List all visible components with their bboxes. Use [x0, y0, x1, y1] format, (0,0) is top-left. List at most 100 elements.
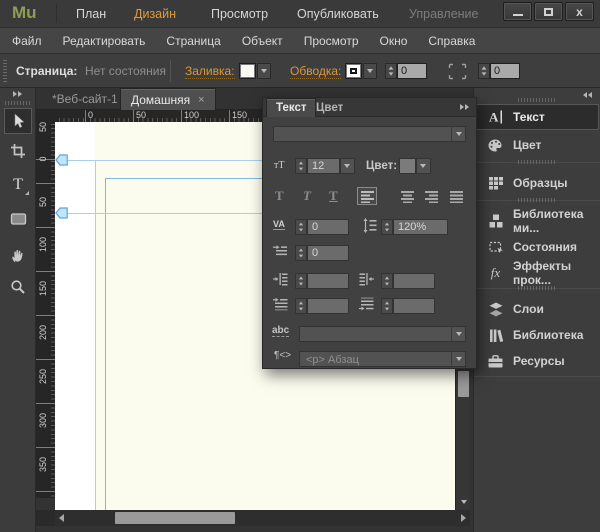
space-above-input[interactable] — [307, 298, 349, 314]
panel-menu-icon[interactable] — [460, 104, 469, 110]
stroke-size-input[interactable]: 0 — [397, 63, 427, 79]
font-family-dropdown[interactable] — [273, 126, 466, 142]
stroke-label[interactable]: Обводка: — [290, 64, 342, 79]
leading-input[interactable]: 120% — [393, 219, 448, 235]
fill-color-swatch[interactable] — [239, 63, 256, 79]
underline-button[interactable]: T — [329, 188, 338, 204]
first-line-indent-stepper[interactable] — [295, 245, 307, 261]
font-size-input[interactable]: 12 — [307, 158, 340, 174]
left-indent-input[interactable] — [307, 273, 349, 289]
horizontal-scrollbar[interactable] — [55, 510, 470, 526]
sidebar-item-color[interactable]: Цвет — [476, 132, 599, 158]
sidebar-item-layers[interactable]: Слои — [476, 296, 599, 322]
expand-panel-icon[interactable] — [13, 91, 22, 97]
panel-tab-color[interactable]: Цвет — [307, 98, 352, 117]
left-indent-stepper[interactable] — [295, 273, 307, 289]
space-above-stepper[interactable] — [295, 298, 307, 314]
align-center-icon — [400, 190, 414, 203]
text-icon: A — [487, 109, 504, 125]
space-below-input[interactable] — [393, 298, 435, 314]
panel-group-grip[interactable] — [518, 198, 556, 202]
hand-tool-button[interactable] — [4, 243, 32, 269]
text-color-swatch[interactable] — [399, 158, 416, 174]
font-size-stepper[interactable] — [295, 158, 307, 174]
margin-guide-vertical[interactable] — [105, 178, 106, 510]
vscroll-thumb[interactable] — [458, 371, 469, 397]
hand-icon — [12, 250, 23, 263]
corner-radius-input[interactable]: 0 — [490, 63, 520, 79]
toolbar-grip[interactable] — [3, 60, 7, 82]
first-line-indent-input[interactable]: 0 — [307, 245, 349, 261]
menu-help[interactable]: Справка — [428, 34, 475, 48]
guide-handle-header[interactable] — [55, 206, 69, 225]
close-icon: x — [576, 4, 583, 19]
kerning-input[interactable]: 0 — [307, 219, 349, 235]
hscroll-right-button[interactable] — [461, 514, 466, 522]
font-size-dropdown[interactable] — [340, 158, 355, 174]
italic-button[interactable]: T — [303, 188, 311, 204]
text-color-dropdown[interactable] — [416, 158, 431, 174]
panel-group-grip[interactable] — [518, 160, 556, 164]
paragraph-style-dropdown[interactable]: <p> Абзац — [299, 351, 466, 367]
sidebar-item-assets[interactable]: Ресурсы — [476, 348, 599, 374]
toolbox-grip[interactable] — [5, 101, 31, 105]
panel-group-grip[interactable] — [518, 98, 556, 102]
align-justify-button[interactable] — [446, 187, 466, 205]
menu-object[interactable]: Объект — [242, 34, 283, 48]
crop-icon — [11, 144, 25, 158]
chevron-down-icon — [451, 327, 465, 341]
nav-plan[interactable]: План — [76, 7, 106, 21]
rectangle-tool-button[interactable] — [4, 206, 32, 232]
guide-handle-top[interactable] — [55, 153, 69, 172]
menubar: Файл Редактировать Страница Объект Просм… — [0, 28, 600, 54]
fill-label[interactable]: Заливка: — [185, 64, 235, 79]
hscroll-thumb[interactable] — [115, 512, 235, 524]
nav-preview[interactable]: Просмотр — [211, 7, 268, 21]
leading-stepper[interactable] — [381, 219, 393, 235]
align-center-button[interactable] — [397, 187, 417, 205]
menu-page[interactable]: Страница — [166, 34, 220, 48]
text-panel: Текст Цвет тТ 12 Цвет: T T T VA 0 120% 0… — [262, 97, 477, 369]
stroke-size-stepper[interactable] — [385, 63, 397, 79]
space-below-stepper[interactable] — [381, 298, 393, 314]
text-tool-button[interactable]: T — [4, 172, 32, 198]
hscroll-left-button[interactable] — [59, 514, 64, 522]
align-right-button[interactable] — [421, 187, 441, 205]
paragraph-style-value: <p> Абзац — [306, 354, 359, 366]
stroke-color-swatch[interactable] — [345, 63, 362, 79]
maximize-button[interactable] — [534, 2, 563, 21]
bold-button[interactable]: T — [275, 188, 284, 204]
sidebar-item-library[interactable]: Библиотека — [476, 322, 599, 348]
link-style-dropdown[interactable] — [299, 326, 466, 342]
fill-dropdown-button[interactable] — [257, 63, 271, 79]
menu-view[interactable]: Просмотр — [304, 34, 359, 48]
kerning-stepper[interactable] — [295, 219, 307, 235]
zoom-tool-button[interactable] — [4, 274, 32, 300]
sidebar-item-widgets-library[interactable]: Библиотека ми... — [476, 207, 599, 235]
corner-radius-stepper[interactable] — [478, 63, 490, 79]
menu-edit[interactable]: Редактировать — [63, 34, 146, 48]
collapse-sidebar-icon[interactable] — [583, 92, 592, 98]
sidebar-item-scroll-effects[interactable]: fx Эффекты прок... — [476, 259, 599, 287]
menu-file[interactable]: Файл — [12, 34, 42, 48]
stroke-dropdown-button[interactable] — [363, 63, 377, 79]
align-left-button[interactable] — [357, 187, 377, 205]
right-indent-input[interactable] — [393, 273, 435, 289]
tab-close-icon[interactable]: × — [198, 94, 204, 106]
sidebar-item-text[interactable]: A Текст — [476, 104, 599, 130]
sidebar-item-states[interactable]: Состояния — [476, 234, 599, 260]
menu-window[interactable]: Окно — [380, 34, 408, 48]
right-indent-stepper[interactable] — [381, 273, 393, 289]
sidebar-item-swatches[interactable]: Образцы — [476, 170, 599, 196]
minimize-button[interactable] — [503, 2, 532, 21]
vscroll-down-button[interactable] — [456, 496, 471, 508]
crop-tool-button[interactable] — [4, 138, 32, 164]
tab-home[interactable]: Домашняя × — [120, 88, 216, 110]
close-button[interactable]: x — [565, 2, 594, 21]
selection-tool-button[interactable] — [4, 108, 32, 134]
chevron-right-icon — [18, 91, 22, 97]
nav-design[interactable]: Дизайн — [134, 7, 176, 21]
panel-group-grip[interactable] — [518, 286, 556, 290]
nav-publish[interactable]: Опубликовать — [297, 7, 379, 21]
chevron-down-icon — [460, 500, 467, 504]
